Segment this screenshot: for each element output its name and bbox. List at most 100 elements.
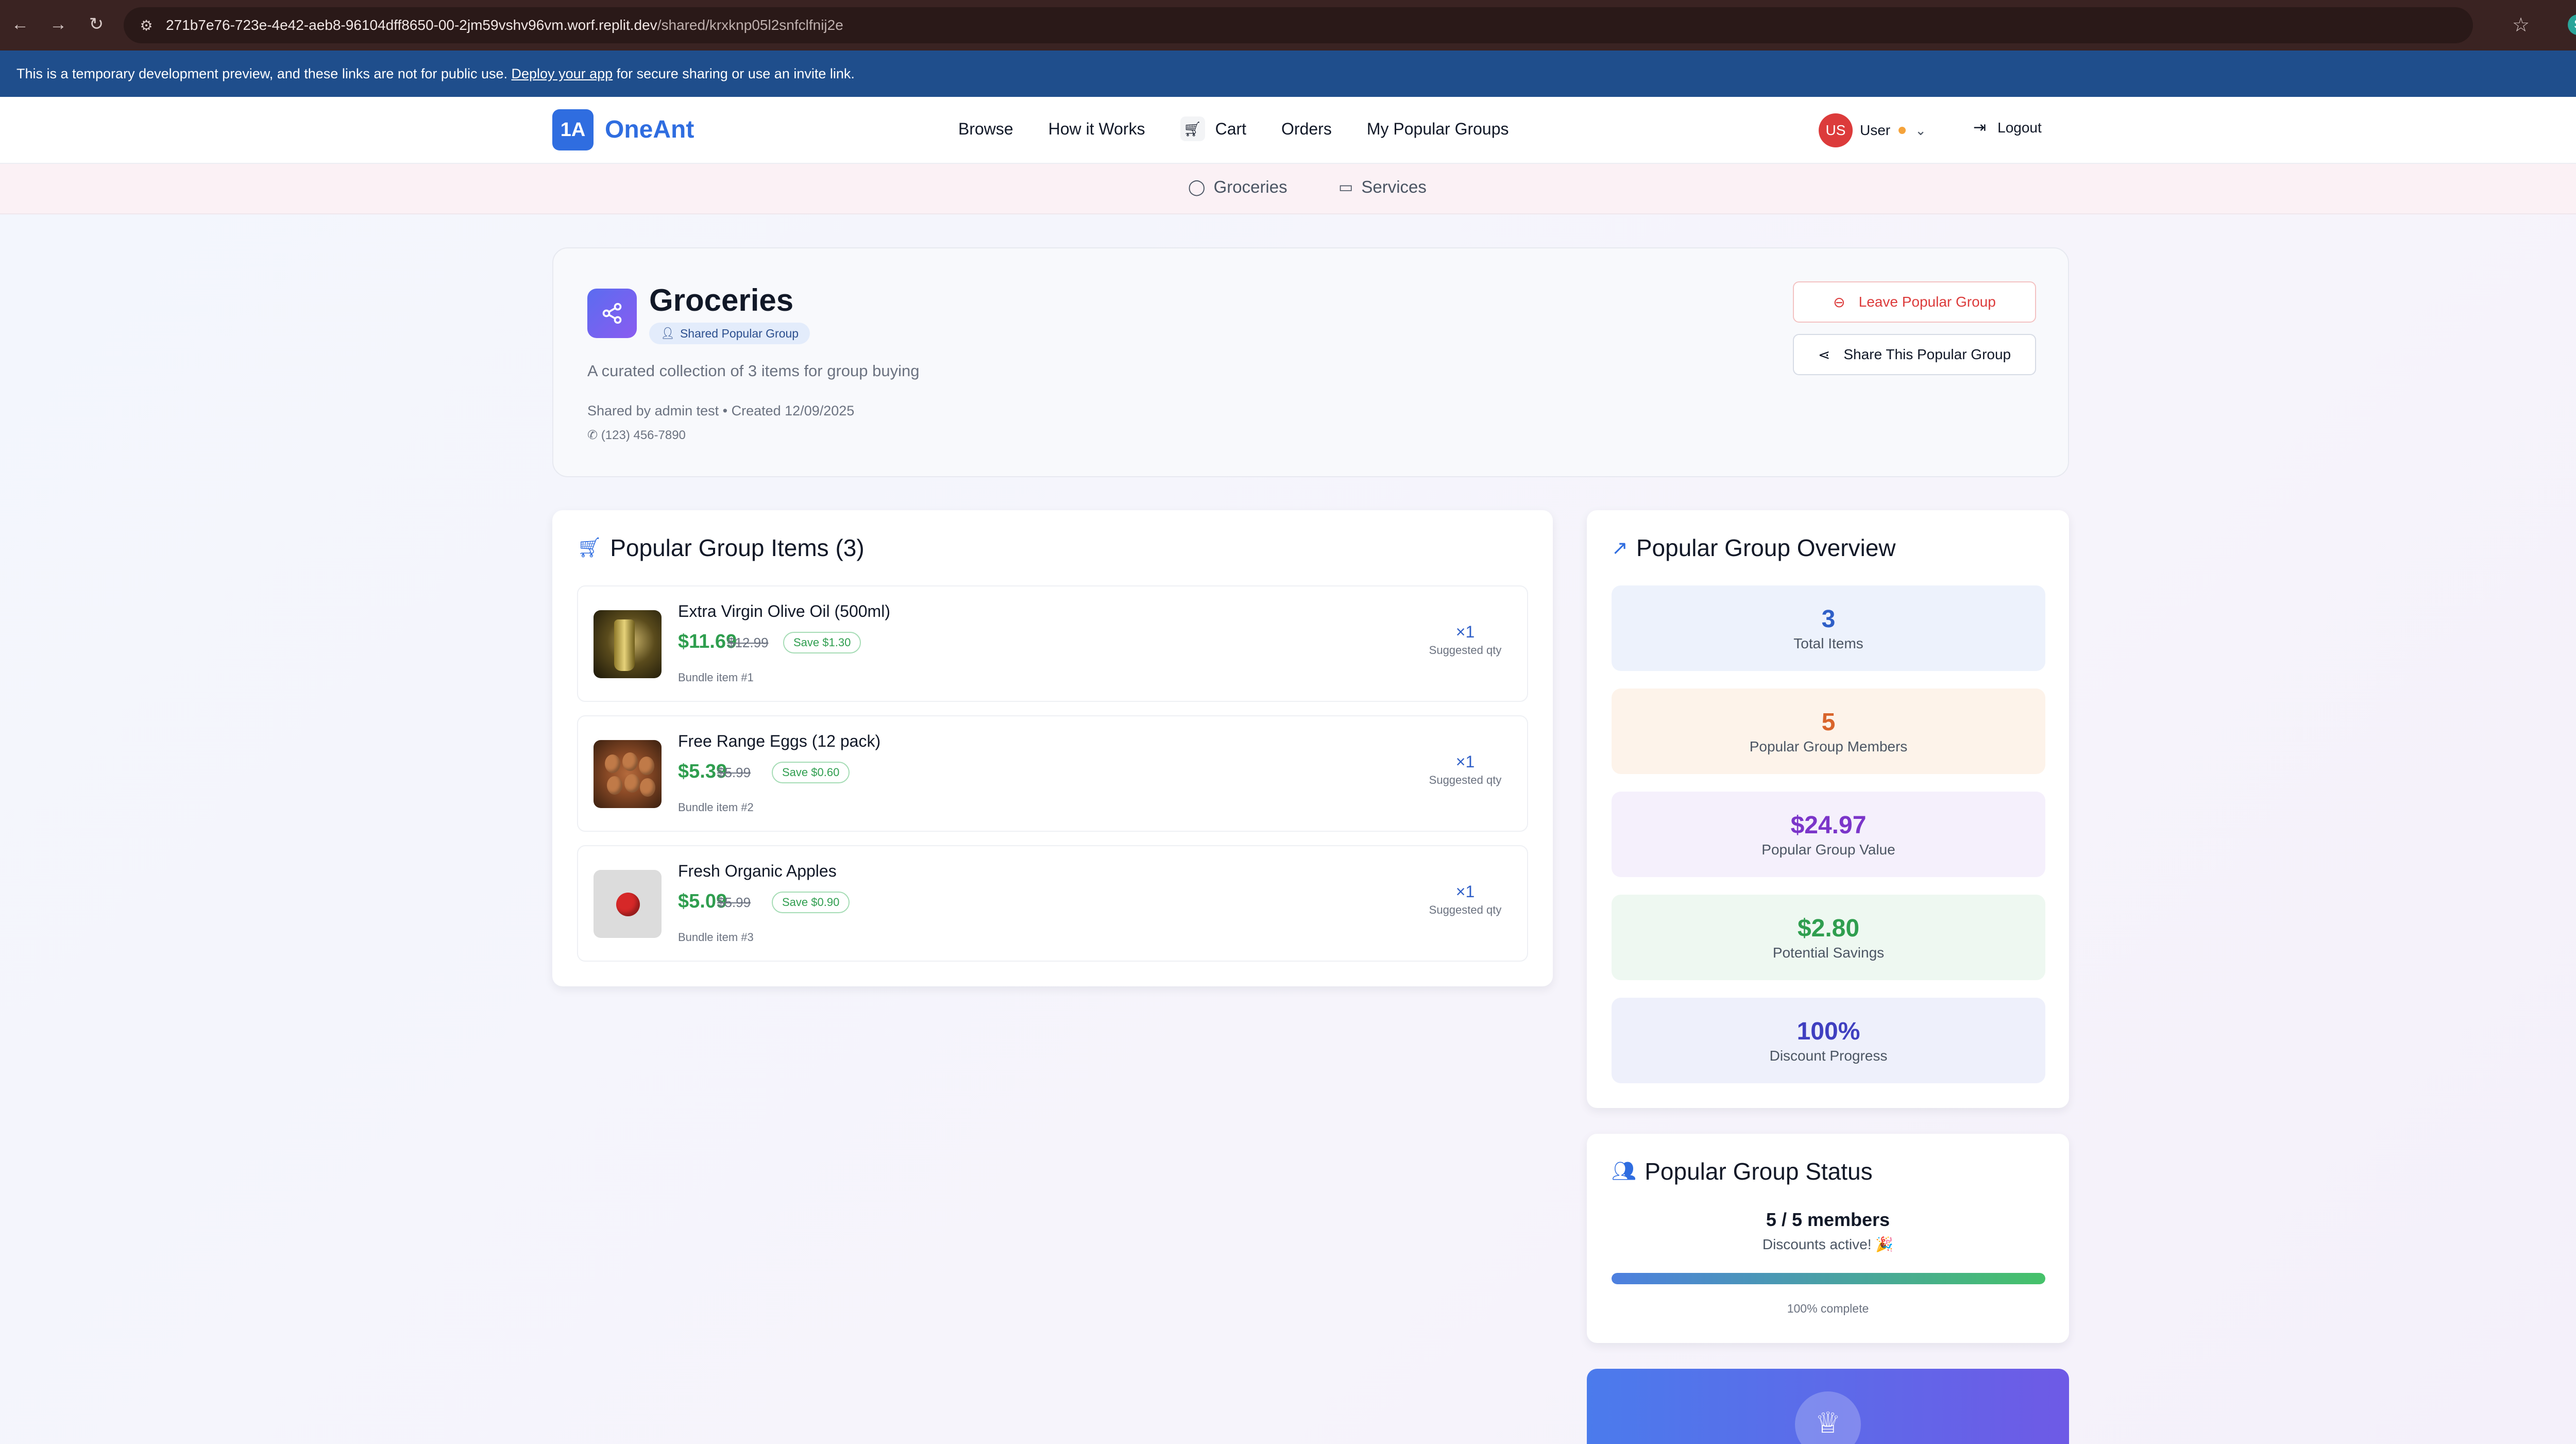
group-items-card: 🛒︎ Popular Group Items (3) Extra Virgin … — [552, 510, 1553, 986]
reload-icon[interactable]: ↻ — [83, 11, 109, 37]
users-icon: 👥︎ — [1612, 1161, 1637, 1182]
stat-value: 100% — [1797, 1017, 1860, 1045]
group-meta: Shared by admin test • Created 12/09/202… — [587, 403, 855, 418]
premium-card: ♕ — [1587, 1369, 2069, 1444]
stat-value: $2.80 — [1797, 914, 1860, 942]
cart-icon: 🛒︎ — [1180, 116, 1205, 141]
stat-label: Total Items — [1793, 635, 1863, 651]
stat-value: 5 — [1821, 708, 1836, 736]
share-icon: ⋖ — [1818, 346, 1831, 363]
avatar: US — [1819, 113, 1853, 147]
item-name: Free Range Eggs (12 pack) — [678, 732, 881, 750]
leave-group-button[interactable]: ⊖ Leave Popular Group — [1793, 281, 2036, 323]
user-name: User — [1860, 122, 1891, 138]
deploy-link[interactable]: Deploy your app — [512, 66, 613, 81]
profile-avatar[interactable]: S — [2568, 14, 2576, 35]
stat-members: 5 Popular Group Members — [1612, 689, 2045, 774]
tab-services-label: Services — [1361, 177, 1427, 196]
bundle-label: Bundle item #1 — [678, 671, 754, 684]
items-card-title-text: Popular Group Items (3) — [610, 534, 865, 561]
list-item[interactable]: Free Range Eggs (12 pack) $5.39 $5.99 Sa… — [577, 715, 1528, 832]
browser-toolbar: ← → ↻ ⚙ 271b7e76-723e-4e42-aeb8-96104dff… — [0, 0, 2576, 51]
qty-label: Suggested qty — [1429, 774, 1502, 786]
list-item[interactable]: Extra Virgin Olive Oil (500ml) $11.69 $1… — [577, 585, 1528, 702]
qty-label: Suggested qty — [1429, 644, 1502, 657]
site-info-icon[interactable]: ⚙ — [136, 15, 157, 36]
user-minus-icon: ⊖ — [1833, 294, 1845, 310]
trending-up-icon: ↗ — [1612, 537, 1628, 559]
leave-group-label: Leave Popular Group — [1858, 294, 1996, 310]
item-old-price: $5.99 — [717, 765, 751, 780]
bookmark-star-icon[interactable]: ☆ — [2512, 13, 2530, 37]
discount-status: Discounts active! 🎉 — [1762, 1236, 1894, 1252]
item-name: Extra Virgin Olive Oil (500ml) — [678, 602, 890, 620]
status-dot — [1899, 127, 1906, 134]
user-icon: 👤︎ — [660, 327, 675, 340]
stat-label: Discount Progress — [1769, 1047, 1888, 1064]
nav-browse[interactable]: Browse — [958, 116, 1013, 141]
qty-value: ×1 — [1455, 882, 1475, 901]
logo-badge[interactable]: 1A — [552, 109, 594, 150]
logo-text[interactable]: OneAnt — [605, 115, 694, 144]
status-title: 👥︎ Popular Group Status — [1612, 1157, 1873, 1185]
phone-icon: ✆ — [587, 428, 598, 442]
qty-value: ×1 — [1455, 623, 1475, 641]
shared-badge: 👤︎ Shared Popular Group — [649, 323, 810, 344]
stat-value: $24.97 — [1790, 811, 1867, 839]
user-menu[interactable]: US User ⌄ — [1819, 113, 1926, 147]
page-title: Groceries — [649, 283, 794, 317]
shopping-bag-icon: ◯ — [1188, 178, 1206, 196]
share-group-button[interactable]: ⋖ Share This Popular Group — [1793, 334, 2036, 375]
bundle-label: Bundle item #2 — [678, 801, 754, 814]
product-image — [594, 610, 662, 678]
progress-label: 100% complete — [1787, 1302, 1869, 1315]
group-phone: ✆ (123) 456-7890 — [587, 428, 686, 443]
qty-value: ×1 — [1455, 752, 1475, 771]
item-old-price: $5.99 — [717, 895, 751, 910]
group-header-card: Groceries 👤︎ Shared Popular Group A cura… — [552, 247, 2069, 477]
suggested-qty: ×1 Suggested qty — [1419, 752, 1512, 787]
product-image — [594, 870, 662, 938]
nav-cart-label: Cart — [1215, 119, 1247, 138]
group-status-card: 👥︎ Popular Group Status 5 / 5 members Di… — [1587, 1134, 2069, 1343]
nav-how-it-works[interactable]: How it Works — [1048, 116, 1145, 141]
item-old-price: $12.99 — [727, 635, 769, 650]
suggested-qty: ×1 Suggested qty — [1419, 623, 1512, 657]
main-nav: Browse How it Works 🛒︎ Cart Orders My Po… — [958, 116, 1544, 141]
phone-number: (123) 456-7890 — [601, 428, 686, 442]
list-item[interactable]: Fresh Organic Apples $5.09 $5.99 Save $0… — [577, 845, 1528, 962]
stat-label: Potential Savings — [1772, 944, 1885, 961]
progress-fill — [1612, 1273, 2045, 1284]
overview-title-text: Popular Group Overview — [1636, 534, 1896, 561]
nav-my-popular-groups[interactable]: My Popular Groups — [1367, 116, 1509, 141]
bundle-label: Bundle item #3 — [678, 931, 754, 944]
nav-cart[interactable]: 🛒︎ Cart — [1180, 116, 1246, 141]
tab-groceries-label: Groceries — [1213, 177, 1287, 196]
stat-total-items: 3 Total Items — [1612, 585, 2045, 671]
share-icon — [587, 289, 637, 338]
overview-title: ↗ Popular Group Overview — [1612, 534, 1896, 562]
cart-icon: 🛒︎ — [577, 537, 602, 559]
product-image — [594, 740, 662, 808]
stat-group-value: $24.97 Popular Group Value — [1612, 792, 2045, 877]
group-overview-card: ↗ Popular Group Overview 3 Total Items 5… — [1587, 510, 2069, 1108]
stat-label: Popular Group Members — [1749, 738, 1908, 754]
stat-value: 3 — [1821, 605, 1836, 633]
stat-label: Popular Group Value — [1761, 841, 1895, 858]
chevron-down-icon: ⌄ — [1915, 122, 1926, 138]
progress-bar — [1612, 1273, 2045, 1284]
stat-discount-progress: 100% Discount Progress — [1612, 998, 2045, 1083]
tab-services[interactable]: ▭ Services — [1338, 177, 1427, 197]
save-badge: Save $0.60 — [772, 762, 850, 783]
app-header: 1A OneAnt Browse How it Works 🛒︎ Cart Or… — [0, 97, 2576, 164]
back-icon[interactable]: ← — [7, 11, 33, 37]
crown-icon: ♕ — [1795, 1391, 1861, 1444]
tab-groceries[interactable]: ◯ Groceries — [1188, 177, 1287, 197]
forward-icon[interactable]: → — [45, 11, 71, 37]
status-title-text: Popular Group Status — [1645, 1158, 1873, 1185]
address-bar[interactable]: ⚙ 271b7e76-723e-4e42-aeb8-96104dff8650-0… — [124, 7, 2473, 43]
nav-orders[interactable]: Orders — [1281, 116, 1332, 141]
banner-text: This is a temporary development preview,… — [16, 65, 855, 81]
logout-button[interactable]: ⇥ Logout — [1973, 119, 2042, 137]
item-name: Fresh Organic Apples — [678, 862, 837, 880]
